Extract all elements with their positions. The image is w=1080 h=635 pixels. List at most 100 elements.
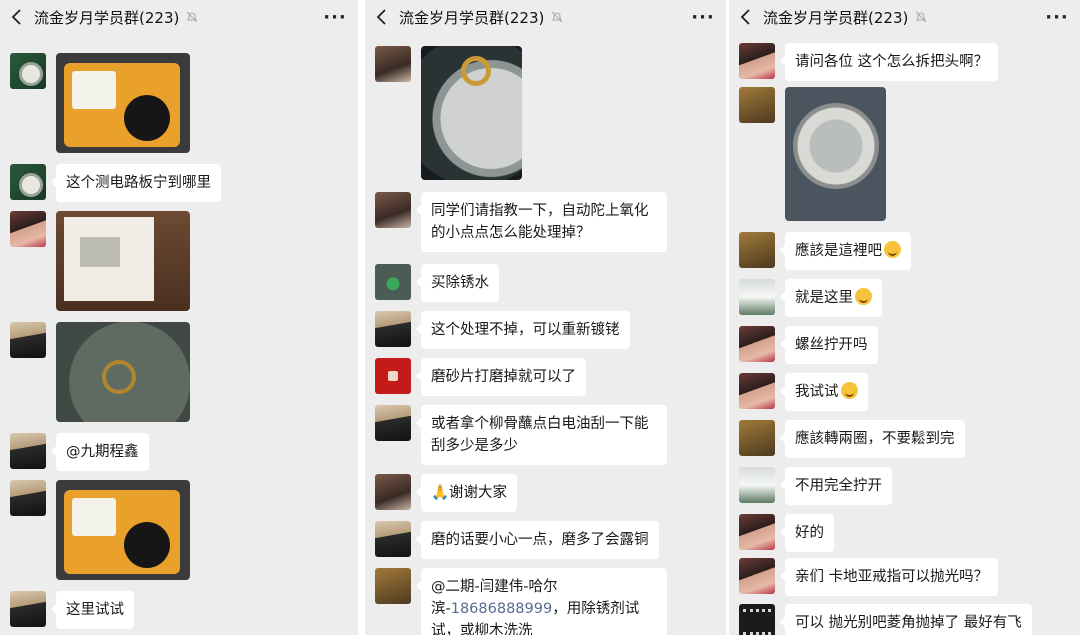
message-bubble[interactable]: 好的 xyxy=(780,514,834,552)
mute-bell-icon xyxy=(915,11,927,23)
message-bubble[interactable]: 同学们请指教一下，自动陀上氧化的小点点怎么能处理掉？ xyxy=(416,192,667,252)
image-watch-rotor[interactable] xyxy=(421,46,522,180)
back-button[interactable] xyxy=(0,0,34,34)
message-text: 螺丝拧开吗 xyxy=(739,326,1072,364)
message-text: 这里试试 xyxy=(10,591,350,629)
message-bubble[interactable]: 應該轉兩圈，不要鬆到完 xyxy=(780,420,965,458)
message-bubble[interactable]: 🙏谢谢大家 xyxy=(415,474,518,512)
message-bubble[interactable]: 我试试 xyxy=(780,373,868,411)
avatar[interactable] xyxy=(10,211,46,247)
message-text: @二期-闫建伟-哈尔滨-18686888999，用除锈剂试试，或柳木洗洗 xyxy=(375,568,718,635)
message-text: 應該是這裡吧 xyxy=(739,232,1072,270)
message-bubble[interactable]: 就是这里 xyxy=(780,279,882,317)
back-button[interactable] xyxy=(729,0,763,34)
avatar[interactable] xyxy=(739,420,775,456)
image-part-closeup[interactable] xyxy=(56,322,190,422)
message-text: 同学们请指教一下，自动陀上氧化的小点点怎么能处理掉？ xyxy=(375,192,718,252)
message-image xyxy=(739,87,1072,221)
avatar[interactable] xyxy=(739,604,775,635)
message-text: 这个处理不掉，可以重新镀铑 xyxy=(375,311,718,349)
more-options-button[interactable]: ··· xyxy=(322,6,348,28)
message-bubble[interactable]: @二期-闫建伟-哈尔滨-18686888999，用除锈剂试试，或柳木洗洗 xyxy=(416,568,667,635)
avatar[interactable] xyxy=(739,514,775,550)
more-options-button[interactable]: ··· xyxy=(690,6,716,28)
avatar[interactable] xyxy=(739,326,775,362)
message-image xyxy=(10,322,350,422)
message-list[interactable]: 请问各位 这个怎么拆把头啊？ 應該是這裡吧 就是这里 螺丝拧开吗 我试试 應該轉… xyxy=(729,34,1080,635)
avatar[interactable] xyxy=(10,164,46,200)
message-image xyxy=(10,211,350,311)
avatar[interactable] xyxy=(739,43,775,79)
message-bubble[interactable]: 可以 抛光别吧菱角抛掉了 最好有飞 xyxy=(780,604,1032,635)
message-text: 就是这里 xyxy=(739,279,1072,317)
message-image xyxy=(375,46,718,180)
message-text: 亲们 卡地亚戒指可以抛光吗？ xyxy=(739,558,1072,596)
message-text: 我试试 xyxy=(739,373,1072,411)
message-list[interactable]: 这个测电路板宁到哪里 @九期程鑫 这里试试 xyxy=(0,34,358,635)
avatar[interactable] xyxy=(10,480,46,516)
message-bubble[interactable]: 亲们 卡地亚戒指可以抛光吗？ xyxy=(779,558,999,596)
message-bubble[interactable]: 或者拿个柳骨蘸点白电油刮一下能刮多少是多少 xyxy=(416,405,667,465)
message-bubble[interactable]: 應該是這裡吧 xyxy=(780,232,911,270)
avatar[interactable] xyxy=(10,433,46,469)
avatar[interactable] xyxy=(375,358,411,394)
avatar[interactable] xyxy=(375,264,411,300)
chevron-left-icon xyxy=(740,9,750,25)
image-watch-movement[interactable] xyxy=(785,87,886,221)
grin-emoji-icon xyxy=(840,382,858,399)
avatar[interactable] xyxy=(375,521,411,557)
message-image xyxy=(10,53,350,153)
message-bubble[interactable]: 磨砂片打磨掉就可以了 xyxy=(416,358,586,396)
image-circuit-board[interactable] xyxy=(56,211,190,311)
smile-emoji-icon xyxy=(884,241,901,258)
more-dots-icon: ··· xyxy=(691,6,715,28)
message-bubble[interactable]: 磨的话要小心一点，磨多了会露铜 xyxy=(416,521,659,559)
image-multimeter[interactable] xyxy=(56,480,190,580)
chat-title: 流金岁月学员群(223) xyxy=(763,8,909,27)
message-text: 🙏谢谢大家 xyxy=(375,474,718,512)
message-bubble[interactable]: 买除锈水 xyxy=(416,264,499,302)
avatar[interactable] xyxy=(375,192,411,228)
message-list[interactable]: 同学们请指教一下，自动陀上氧化的小点点怎么能处理掉？ 买除锈水 这个处理不掉，可… xyxy=(365,34,726,635)
avatar[interactable] xyxy=(375,311,411,347)
avatar[interactable] xyxy=(739,279,775,315)
avatar[interactable] xyxy=(375,474,411,510)
chat-screen-3: 流金岁月学员群(223) ··· 请问各位 这个怎么拆把头啊？ 應該是這裡吧 就… xyxy=(729,0,1080,635)
avatar[interactable] xyxy=(739,87,775,123)
message-text: 不用完全拧开 xyxy=(739,467,1072,505)
message-bubble[interactable]: @九期程鑫 xyxy=(51,433,149,471)
avatar[interactable] xyxy=(10,322,46,358)
message-bubble[interactable]: 请问各位 这个怎么拆把头啊？ xyxy=(779,43,999,81)
chat-screen-2: 流金岁月学员群(223) ··· 同学们请指教一下，自动陀上氧化的小点点怎么能处… xyxy=(365,0,726,635)
message-image xyxy=(10,480,350,580)
avatar[interactable] xyxy=(739,232,775,268)
avatar[interactable] xyxy=(375,46,411,82)
message-text: 可以 抛光别吧菱角抛掉了 最好有飞 xyxy=(739,604,1072,635)
message-bubble[interactable]: 螺丝拧开吗 xyxy=(780,326,878,364)
message-bubble[interactable]: 这里试试 xyxy=(51,591,134,629)
back-button[interactable] xyxy=(365,0,399,34)
avatar[interactable] xyxy=(739,373,775,409)
avatar[interactable] xyxy=(739,558,775,594)
chat-header: 流金岁月学员群(223) xyxy=(0,0,358,34)
mute-bell-icon xyxy=(186,11,198,23)
more-options-button[interactable]: ··· xyxy=(1044,6,1070,28)
avatar[interactable] xyxy=(10,53,46,89)
chevron-left-icon xyxy=(376,9,386,25)
chat-screen-1: 流金岁月学员群(223) ··· 这个测电路板宁到哪里 @九期程鑫 这里试试 xyxy=(0,0,358,635)
message-text: 好的 xyxy=(739,514,1072,552)
avatar[interactable] xyxy=(375,568,411,604)
avatar[interactable] xyxy=(375,405,411,441)
message-bubble[interactable]: 这个测电路板宁到哪里 xyxy=(51,164,221,202)
avatar[interactable] xyxy=(739,467,775,503)
message-text: 这个测电路板宁到哪里 xyxy=(10,164,350,202)
avatar[interactable] xyxy=(10,591,46,627)
phone-link[interactable]: 18686888999 xyxy=(451,601,552,617)
chat-header: 流金岁月学员群(223) xyxy=(729,0,1080,34)
chat-title: 流金岁月学员群(223) xyxy=(34,8,180,27)
chevron-left-icon xyxy=(11,9,21,25)
message-bubble[interactable]: 不用完全拧开 xyxy=(780,467,892,505)
message-bubble[interactable]: 这个处理不掉，可以重新镀铑 xyxy=(416,311,630,349)
wechat-screenshots: 流金岁月学员群(223) ··· 这个测电路板宁到哪里 @九期程鑫 这里试试 流… xyxy=(0,0,1080,635)
image-multimeter[interactable] xyxy=(56,53,190,153)
